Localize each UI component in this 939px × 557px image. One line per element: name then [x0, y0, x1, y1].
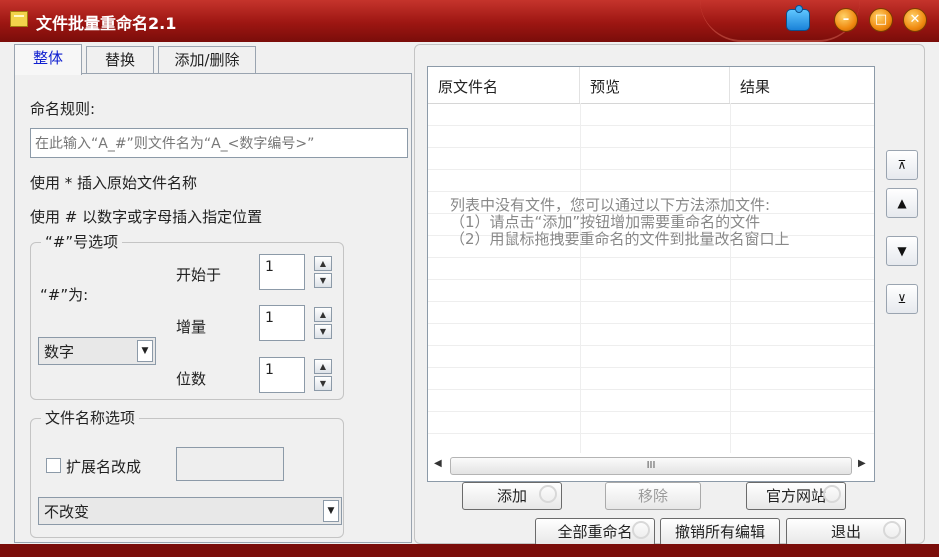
- increment-label: 增量: [176, 318, 207, 336]
- close-icon: ✕: [909, 12, 921, 27]
- ext-mode-value: 不改变: [44, 503, 90, 521]
- start-input[interactable]: 1: [259, 254, 305, 290]
- digits-label: 位数: [176, 370, 207, 388]
- hash-options-title: “#”号选项: [41, 231, 123, 252]
- exit-button[interactable]: 退出: [786, 518, 906, 546]
- scroll-right-icon[interactable]: ▶: [858, 458, 866, 469]
- spin-up-icon[interactable]: ▲: [314, 307, 332, 322]
- column-original-name[interactable]: 原文件名: [428, 67, 580, 103]
- horizontal-scrollbar[interactable]: ◀ III ▶: [432, 453, 870, 477]
- move-down-button[interactable]: ▼: [886, 236, 918, 266]
- spin-down-icon[interactable]: ▼: [314, 376, 332, 391]
- naming-rule-input[interactable]: 在此输入“A_#”则文件名为“A_<数字编号>”: [30, 128, 408, 158]
- tab-add-delete[interactable]: 添加/删除: [158, 46, 256, 74]
- row-line: [428, 323, 874, 324]
- main-window: 文件批量重命名2.1 – □ ✕ 整体 替换 添加/删除 命名规则: 在此输入“…: [0, 0, 939, 557]
- filename-options-title: 文件名称选项: [41, 407, 140, 428]
- remove-button[interactable]: 移除: [605, 482, 701, 510]
- hash-as-label: “#”为:: [40, 286, 89, 304]
- maximize-button[interactable]: □: [869, 8, 893, 32]
- row-line: [428, 191, 874, 192]
- undo-all-label: 撤销所有编辑: [674, 523, 765, 541]
- rename-all-button[interactable]: 全部重命名: [535, 518, 655, 546]
- move-top-icon: ⊼: [897, 158, 907, 172]
- chevron-down-icon[interactable]: ▼: [137, 340, 153, 362]
- website-button[interactable]: 官方网站: [746, 482, 846, 510]
- file-list[interactable]: 原文件名 预览 结果 列表中没有文件，您可以通过以下方法添加文件: （1）请点击…: [427, 66, 875, 482]
- row-line: [428, 389, 874, 390]
- start-spinner[interactable]: ▲ ▼: [314, 256, 332, 290]
- hint-hash-text: 使用 # 以数字或字母插入指定位置: [30, 208, 263, 226]
- ext-change-checkbox[interactable]: [46, 458, 61, 473]
- skin-shirt-icon[interactable]: [786, 5, 810, 31]
- increment-spinner[interactable]: ▲ ▼: [314, 307, 332, 341]
- close-button[interactable]: ✕: [903, 8, 927, 32]
- spin-up-icon[interactable]: ▲: [314, 256, 332, 271]
- undo-all-button[interactable]: 撤销所有编辑: [660, 518, 780, 546]
- row-line: [428, 257, 874, 258]
- move-up-button[interactable]: ▲: [886, 188, 918, 218]
- row-line: [428, 345, 874, 346]
- column-divider: [580, 103, 581, 453]
- window-title: 文件批量重命名2.1: [36, 14, 177, 33]
- naming-rule-label: 命名规则:: [30, 100, 96, 118]
- move-down-icon: ▼: [897, 244, 907, 258]
- increment-input[interactable]: 1: [259, 305, 305, 341]
- minimize-button[interactable]: –: [834, 8, 858, 32]
- start-label: 开始于: [176, 266, 222, 284]
- ext-change-input[interactable]: [176, 447, 284, 481]
- scroll-thumb[interactable]: III: [450, 457, 852, 475]
- row-line: [428, 433, 874, 434]
- row-line: [428, 125, 874, 126]
- chevron-down-icon[interactable]: ▼: [323, 500, 339, 522]
- digits-spinner[interactable]: ▲ ▼: [314, 359, 332, 393]
- move-up-icon: ▲: [897, 196, 907, 210]
- button-decoration-icon: [883, 521, 901, 539]
- row-line: [428, 169, 874, 170]
- move-bottom-icon: ⊻: [897, 292, 907, 306]
- window-bottom-border: [0, 544, 939, 557]
- add-button[interactable]: 添加: [462, 482, 562, 510]
- maximize-icon: □: [874, 12, 888, 27]
- empty-message-line: （2）用鼠标拖拽要重命名的文件到批量改名窗口上: [450, 230, 790, 248]
- button-decoration-icon: [632, 521, 650, 539]
- column-result[interactable]: 结果: [730, 67, 874, 103]
- column-preview[interactable]: 预览: [580, 67, 730, 103]
- move-bottom-button[interactable]: ⊻: [886, 284, 918, 314]
- button-decoration-icon: [823, 485, 841, 503]
- hash-type-select[interactable]: 数字 ▼: [38, 337, 156, 365]
- tab-overall[interactable]: 整体: [14, 44, 82, 75]
- exit-label: 退出: [830, 523, 861, 541]
- row-line: [428, 301, 874, 302]
- file-list-header: 原文件名 预览 结果: [428, 67, 874, 104]
- spin-down-icon[interactable]: ▼: [314, 324, 332, 339]
- empty-list-message: 列表中没有文件，您可以通过以下方法添加文件: （1）请点击“添加”按钮增加需要重…: [450, 197, 790, 248]
- spin-up-icon[interactable]: ▲: [314, 359, 332, 374]
- move-top-button[interactable]: ⊼: [886, 150, 918, 180]
- digits-input[interactable]: 1: [259, 357, 305, 393]
- empty-message-line: 列表中没有文件，您可以通过以下方法添加文件:: [450, 196, 771, 214]
- scroll-left-icon[interactable]: ◀: [434, 458, 442, 469]
- rename-all-label: 全部重命名: [557, 523, 633, 541]
- minimize-icon: –: [842, 12, 850, 27]
- folder-icon: [10, 11, 28, 27]
- row-line: [428, 147, 874, 148]
- column-divider: [730, 103, 731, 453]
- website-button-label: 官方网站: [765, 487, 826, 505]
- hash-type-value: 数字: [44, 343, 75, 361]
- ext-mode-select[interactable]: 不改变 ▼: [38, 497, 342, 525]
- hint-star-text: 使用 * 插入原始文件名称: [30, 174, 198, 192]
- tab-replace[interactable]: 替换: [86, 46, 154, 74]
- title-bar[interactable]: 文件批量重命名2.1 – □ ✕: [0, 0, 939, 42]
- row-line: [428, 367, 874, 368]
- row-line: [428, 411, 874, 412]
- spin-down-icon[interactable]: ▼: [314, 273, 332, 288]
- button-decoration-icon: [539, 485, 557, 503]
- row-line: [428, 279, 874, 280]
- remove-button-label: 移除: [637, 487, 668, 505]
- empty-message-line: （1）请点击“添加”按钮增加需要重命名的文件: [450, 213, 761, 231]
- ext-change-label: 扩展名改成: [66, 458, 142, 476]
- add-button-label: 添加: [496, 487, 527, 505]
